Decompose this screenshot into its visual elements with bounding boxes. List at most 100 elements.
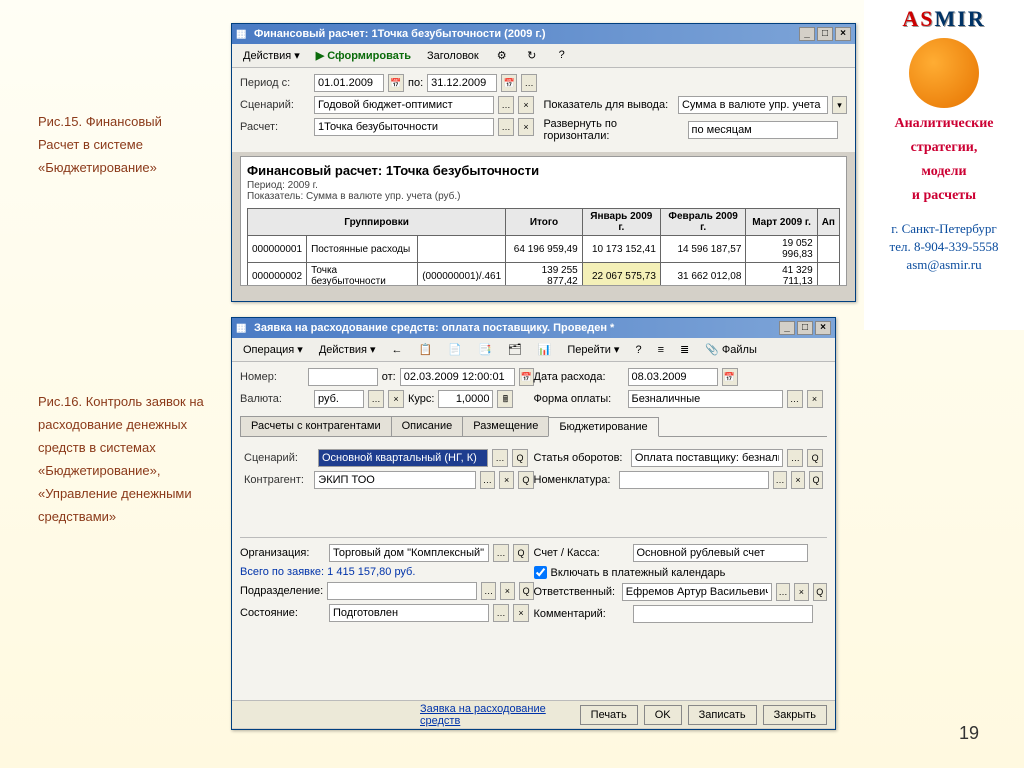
toolbar: Действия ▾ ▶ Сформировать Заголовок ⚙ ↻ … [232, 44, 855, 68]
titlebar[interactable]: ▦ Финансовый расчет: 1Точка безубыточнос… [232, 24, 855, 44]
ellipsis-button[interactable]: … [493, 544, 509, 562]
generate-button[interactable]: ▶ Сформировать [309, 46, 418, 66]
rate-input[interactable] [438, 390, 493, 408]
calendar-icon[interactable]: 📅 [722, 368, 738, 386]
account-input[interactable] [633, 544, 808, 562]
toolbar-icon[interactable]: 📑 [471, 340, 499, 360]
header-button[interactable]: Заголовок [420, 46, 486, 66]
ellipsis-button[interactable]: … [521, 74, 537, 92]
responsible-label: Ответственный: [534, 586, 618, 598]
toolbar-icon[interactable]: ≣ [673, 340, 696, 360]
expand-input[interactable] [688, 121, 838, 139]
help-icon[interactable]: ? [548, 46, 576, 66]
ellipsis-button[interactable]: … [368, 390, 384, 408]
clear-button[interactable]: × [499, 471, 514, 489]
number-input[interactable] [308, 368, 378, 386]
tab-budgeting[interactable]: Бюджетирование [548, 417, 658, 437]
toolbar-icon[interactable]: 🗂 [501, 340, 529, 360]
ellipsis-button[interactable]: … [498, 118, 514, 136]
close-button[interactable]: × [815, 321, 831, 335]
actions-menu[interactable]: Действия ▾ [236, 46, 307, 66]
clear-button[interactable]: × [500, 582, 515, 600]
clear-button[interactable]: × [513, 604, 529, 622]
clear-button[interactable]: × [518, 96, 534, 114]
ellipsis-button[interactable]: … [492, 449, 508, 467]
indicator-input[interactable] [678, 96, 828, 114]
calendar-icon[interactable]: 📅 [388, 74, 404, 92]
ellipsis-button[interactable]: … [776, 583, 790, 601]
clear-button[interactable]: × [807, 390, 823, 408]
clear-button[interactable]: × [388, 390, 404, 408]
clear-button[interactable]: × [794, 583, 808, 601]
payform-input[interactable] [628, 390, 783, 408]
footer-link[interactable]: Заявка на расходование средств [420, 703, 574, 727]
maximize-button[interactable]: □ [797, 321, 813, 335]
close-button[interactable]: Закрыть [763, 705, 827, 725]
currency-input[interactable] [314, 390, 364, 408]
scenario-input[interactable] [314, 96, 494, 114]
org-input[interactable] [329, 544, 489, 562]
help-icon[interactable]: ? [628, 340, 648, 360]
calendar-checkbox[interactable] [534, 566, 547, 579]
toolbar-icon[interactable]: 📋 [412, 340, 440, 360]
scenario-label: Сценарий: [240, 99, 310, 111]
refresh-icon[interactable]: ↻ [518, 46, 546, 66]
expense-date-input[interactable] [628, 368, 718, 386]
table-row[interactable]: 000000001 Постоянные расходы 64 196 959,… [248, 236, 840, 263]
ellipsis-button[interactable]: … [493, 604, 509, 622]
open-button[interactable]: Q [809, 471, 823, 489]
print-button[interactable]: Печать [580, 705, 638, 725]
calc-input[interactable] [314, 118, 494, 136]
responsible-input[interactable] [622, 583, 772, 601]
tab-placement[interactable]: Размещение [462, 416, 549, 436]
ellipsis-button[interactable]: … [787, 390, 803, 408]
ellipsis-button[interactable]: … [498, 96, 514, 114]
files-button[interactable]: 📎 Файлы [698, 340, 764, 360]
calendar-icon[interactable]: 📅 [501, 74, 517, 92]
titlebar[interactable]: ▦ Заявка на расходование средств: оплата… [232, 318, 835, 338]
nomenclature-input[interactable] [619, 471, 769, 489]
minimize-button[interactable]: _ [779, 321, 795, 335]
toolbar-icon[interactable]: 📊 [531, 340, 559, 360]
goto-menu[interactable]: Перейти ▾ [560, 340, 626, 360]
ellipsis-button[interactable]: … [480, 471, 495, 489]
ok-button[interactable]: OK [644, 705, 682, 725]
status-input[interactable] [329, 604, 489, 622]
operation-menu[interactable]: Операция ▾ [236, 340, 310, 360]
article-input[interactable] [631, 449, 784, 467]
clear-button[interactable]: × [791, 471, 805, 489]
maximize-button[interactable]: □ [817, 27, 833, 41]
toolbar-icon[interactable]: ≡ [651, 340, 671, 360]
open-button[interactable]: Q [513, 544, 529, 562]
open-button[interactable]: Q [807, 449, 823, 467]
figure15-caption: Рис.15. Финансовый Расчет в системе «Бюд… [38, 110, 203, 179]
calendar-icon[interactable]: 📅 [519, 368, 534, 386]
actions-menu[interactable]: Действия ▾ [312, 340, 383, 360]
open-button[interactable]: Q [518, 471, 533, 489]
close-button[interactable]: × [835, 27, 851, 41]
table-row[interactable]: 000000002 Точка безубыточности (00000000… [248, 263, 840, 287]
minimize-button[interactable]: _ [799, 27, 815, 41]
scenario-input[interactable] [318, 449, 488, 467]
dept-input[interactable] [327, 582, 477, 600]
toolbar-icon[interactable]: ⚙ [488, 46, 516, 66]
tab-settlements[interactable]: Расчеты с контрагентами [240, 416, 392, 436]
ellipsis-button[interactable]: … [787, 449, 803, 467]
open-button[interactable]: Q [519, 582, 534, 600]
dropdown-icon[interactable]: ▾ [832, 96, 847, 114]
contragent-input[interactable] [314, 471, 475, 489]
ellipsis-button[interactable]: … [773, 471, 787, 489]
toolbar-icon[interactable]: ← [385, 340, 410, 360]
open-button[interactable]: Q [512, 449, 528, 467]
clear-button[interactable]: × [518, 118, 534, 136]
period-to-input[interactable] [427, 74, 497, 92]
comment-input[interactable] [633, 605, 813, 623]
open-button[interactable]: Q [813, 583, 827, 601]
ellipsis-button[interactable]: … [481, 582, 496, 600]
period-from-input[interactable] [314, 74, 384, 92]
tab-description[interactable]: Описание [391, 416, 464, 436]
save-button[interactable]: Записать [688, 705, 757, 725]
date-from-input[interactable] [400, 368, 515, 386]
calc-icon[interactable]: 🖩 [497, 390, 513, 408]
toolbar-icon[interactable]: 📄 [441, 340, 469, 360]
